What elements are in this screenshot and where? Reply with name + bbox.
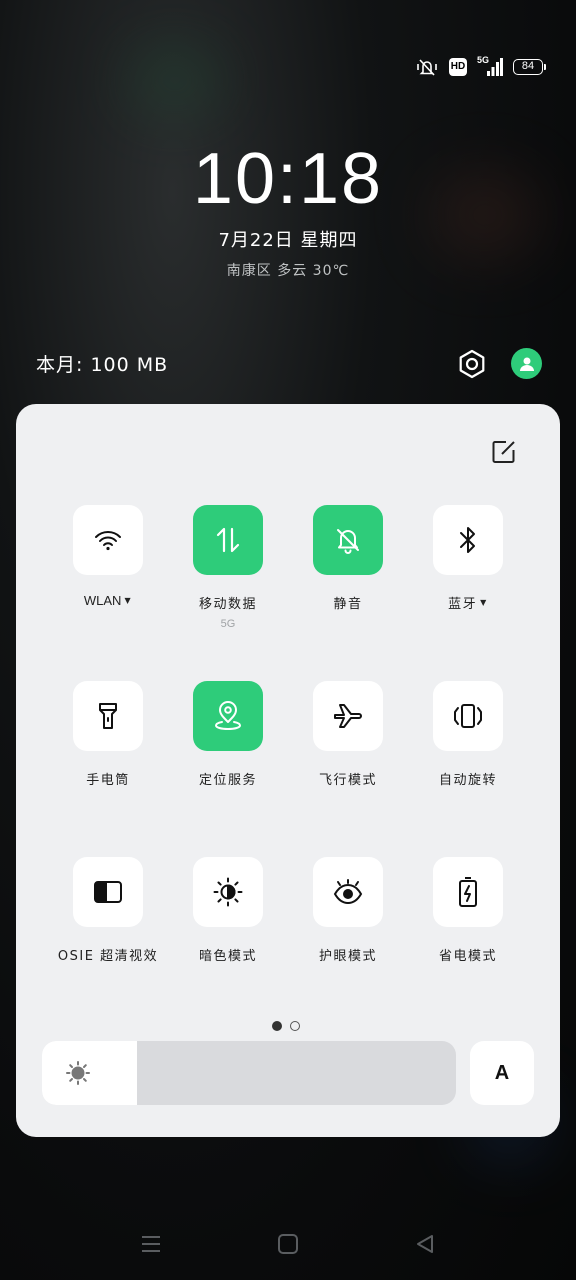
flashlight-icon bbox=[99, 703, 117, 729]
page-indicator bbox=[272, 1021, 300, 1031]
tile-location-label: 定位服务 bbox=[198, 773, 257, 788]
date-label: 7月22日 星期四 bbox=[218, 230, 358, 251]
bell-mute-icon bbox=[337, 529, 359, 554]
bluetooth-icon bbox=[460, 527, 475, 553]
menu-button[interactable] bbox=[129, 1222, 173, 1266]
dark-mode-icon bbox=[213, 877, 243, 907]
tile-label: 蓝牙 ▼ bbox=[448, 593, 488, 612]
edit-button[interactable] bbox=[488, 436, 520, 468]
page-dot-active[interactable] bbox=[272, 1021, 282, 1031]
tile-eye-comfort[interactable]: 护眼模式 bbox=[288, 857, 408, 964]
tile-label: WLAN ▼ bbox=[84, 593, 132, 608]
vibrate-mute-icon bbox=[415, 57, 439, 77]
tile-silent[interactable]: 静音 bbox=[288, 505, 408, 612]
dropdown-caret-icon[interactable]: ▼ bbox=[480, 598, 488, 607]
tile-battery-saver[interactable]: 省电模式 bbox=[408, 857, 528, 964]
tile-mobile-data-sub: 5G bbox=[220, 618, 236, 630]
wifi-icon bbox=[95, 531, 121, 551]
battery-level: 84 bbox=[513, 59, 543, 75]
back-button[interactable] bbox=[403, 1222, 447, 1266]
tile-osie[interactable]: OSIE 超清视效 bbox=[48, 857, 168, 964]
tile-battery-saver-label: 省电模式 bbox=[438, 949, 497, 964]
tile-flashlight-button[interactable] bbox=[73, 681, 143, 751]
gear-icon bbox=[459, 349, 485, 379]
battery-tip bbox=[544, 64, 546, 70]
tile-bluetooth-button[interactable] bbox=[433, 505, 503, 575]
clock-time: 10:18 bbox=[192, 139, 384, 219]
status-bar: HD 5G 84 bbox=[415, 54, 546, 80]
tile-mobile-data[interactable]: 移动数据 5G bbox=[168, 505, 288, 630]
tile-location-button[interactable] bbox=[193, 681, 263, 751]
mobile-data-icon bbox=[216, 527, 240, 553]
tile-airplane-label: 飞行模式 bbox=[318, 773, 377, 788]
tile-auto-rotate-button[interactable] bbox=[433, 681, 503, 751]
tile-airplane[interactable]: 飞行模式 bbox=[288, 681, 408, 788]
home-button[interactable] bbox=[266, 1222, 310, 1266]
battery-saver-icon bbox=[459, 877, 477, 907]
tile-flashlight[interactable]: 手电筒 bbox=[48, 681, 168, 788]
navigation-bar bbox=[0, 1222, 576, 1266]
brightness-slider[interactable] bbox=[42, 1041, 456, 1105]
signal-5g-icon: 5G bbox=[477, 55, 503, 77]
tile-bluetooth[interactable]: 蓝牙 ▼ bbox=[408, 505, 528, 612]
tile-eye-comfort-button[interactable] bbox=[313, 857, 383, 927]
brightness-icon bbox=[64, 1059, 92, 1087]
tile-wlan-button[interactable] bbox=[73, 505, 143, 575]
location-icon bbox=[215, 701, 241, 730]
tile-auto-rotate[interactable]: 自动旋转 bbox=[408, 681, 528, 788]
tile-dark-mode[interactable]: 暗色模式 bbox=[168, 857, 288, 964]
osie-icon bbox=[94, 881, 122, 903]
airplane-icon bbox=[334, 704, 362, 728]
tile-wlan-label: WLAN bbox=[83, 593, 122, 608]
tile-flashlight-label: 手电筒 bbox=[86, 773, 130, 788]
back-icon bbox=[417, 1235, 433, 1253]
tile-location[interactable]: 定位服务 bbox=[168, 681, 288, 788]
tile-silent-label: 静音 bbox=[333, 597, 363, 612]
tile-mobile-data-button[interactable] bbox=[193, 505, 263, 575]
tile-eye-comfort-label: 护眼模式 bbox=[318, 949, 377, 964]
tile-bluetooth-label: 蓝牙 bbox=[448, 597, 478, 612]
tile-osie-button[interactable] bbox=[73, 857, 143, 927]
quick-settings-panel: WLAN ▼ 移动数据 5G 静音 蓝牙 ▼ 手电筒 定位服务 飞行模式 自动旋… bbox=[16, 404, 560, 1137]
data-usage-label[interactable]: 本月: 100 MB bbox=[36, 350, 168, 377]
tile-battery-saver-button[interactable] bbox=[433, 857, 503, 927]
auto-brightness-button[interactable]: A bbox=[470, 1041, 534, 1105]
tile-wlan[interactable]: WLAN ▼ bbox=[48, 505, 168, 608]
menu-icon bbox=[142, 1236, 160, 1252]
hd-icon: HD bbox=[449, 58, 467, 76]
home-icon bbox=[278, 1234, 298, 1254]
user-icon bbox=[519, 357, 534, 371]
auto-rotate-icon bbox=[454, 704, 482, 728]
network-type-label: 5G bbox=[477, 55, 490, 65]
settings-button[interactable] bbox=[452, 344, 492, 384]
tile-silent-button[interactable] bbox=[313, 505, 383, 575]
edit-icon bbox=[492, 441, 515, 463]
eye-icon bbox=[333, 879, 363, 905]
tile-auto-rotate-label: 自动旋转 bbox=[438, 773, 497, 788]
tile-osie-label: OSIE 超清视效 bbox=[57, 949, 159, 964]
weather-label: 南康区 多云 30℃ bbox=[226, 263, 350, 279]
dropdown-caret-icon[interactable]: ▼ bbox=[124, 596, 132, 605]
tile-mobile-data-label: 移动数据 bbox=[198, 597, 257, 612]
background-blur bbox=[130, 50, 220, 110]
battery-icon: 84 bbox=[513, 59, 546, 75]
user-avatar-button[interactable] bbox=[511, 348, 542, 379]
tile-airplane-button[interactable] bbox=[313, 681, 383, 751]
page-dot-inactive[interactable] bbox=[290, 1021, 300, 1031]
tile-dark-mode-label: 暗色模式 bbox=[198, 949, 257, 964]
tile-dark-mode-button[interactable] bbox=[193, 857, 263, 927]
